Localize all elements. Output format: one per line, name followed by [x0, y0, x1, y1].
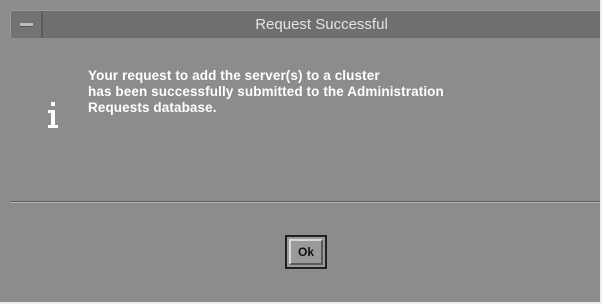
message-line: Requests database.	[88, 100, 217, 115]
ok-button-label: Ok	[289, 239, 323, 265]
ok-button[interactable]: Ok	[285, 235, 327, 269]
window-menu-icon	[20, 23, 33, 27]
window-menu-button[interactable]	[11, 11, 43, 38]
request-successful-dialog: Request Successful Your request to add t…	[0, 0, 602, 304]
message-area: Your request to add the server(s) to a c…	[10, 38, 600, 200]
title-bar[interactable]: Request Successful	[10, 10, 600, 38]
dialog-title: Request Successful	[255, 16, 388, 33]
message-line: has been successfully submitted to the A…	[88, 84, 444, 99]
info-icon	[48, 102, 58, 128]
message-line: Your request to add the server(s) to a c…	[88, 68, 380, 83]
separator	[10, 201, 600, 203]
message-text: Your request to add the server(s) to a c…	[88, 68, 598, 116]
